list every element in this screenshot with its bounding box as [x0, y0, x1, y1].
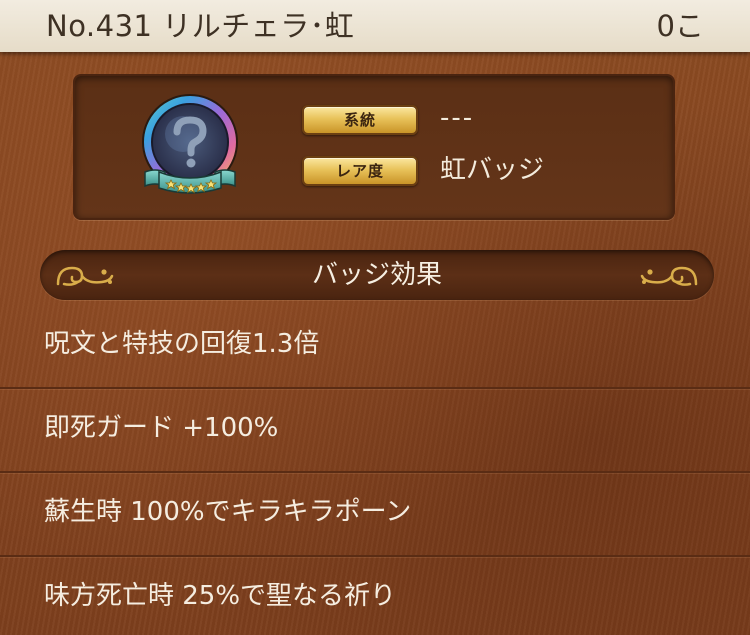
list-item: 蘇生時 100%でキラキラポーン [0, 473, 750, 557]
series-value: --- [440, 103, 475, 133]
series-label-pill: 系統 [302, 105, 418, 135]
list-item: 味方死亡時 25%で聖なる祈り [0, 557, 750, 635]
section-title: バッジ効果 [311, 260, 442, 290]
flourish-right-icon [640, 266, 698, 286]
list-item: 即死ガード +100% [0, 389, 750, 473]
question-mark-badge-icon [135, 92, 245, 202]
badge-title: No.431 リルチェラ･虹 [46, 9, 355, 43]
effects-list: 呪文と特技の回復1.3倍 即死ガード +100% 蘇生時 100%でキラキラポー… [0, 305, 750, 635]
effect-text: 味方死亡時 25%で聖なる祈り [44, 581, 397, 611]
rarity-label-pill: レア度 [302, 156, 418, 186]
owned-count: 0こ [656, 9, 704, 43]
badge-detail-screen: No.431 リルチェラ･虹 0こ 系統 --- レア度 虹バッジ バッジ効果 … [0, 0, 750, 635]
effect-text: 呪文と特技の回復1.3倍 [44, 329, 320, 359]
badge-info-panel: 系統 --- レア度 虹バッジ [73, 74, 675, 220]
effect-text: 即死ガード +100% [44, 413, 279, 443]
effect-text: 蘇生時 100%でキラキラポーン [44, 497, 412, 527]
rarity-value: 虹バッジ [440, 155, 545, 185]
badge-effects-header: バッジ効果 [40, 250, 714, 300]
list-item: 呪文と特技の回復1.3倍 [0, 305, 750, 389]
header-bar: No.431 リルチェラ･虹 0こ [0, 0, 750, 52]
